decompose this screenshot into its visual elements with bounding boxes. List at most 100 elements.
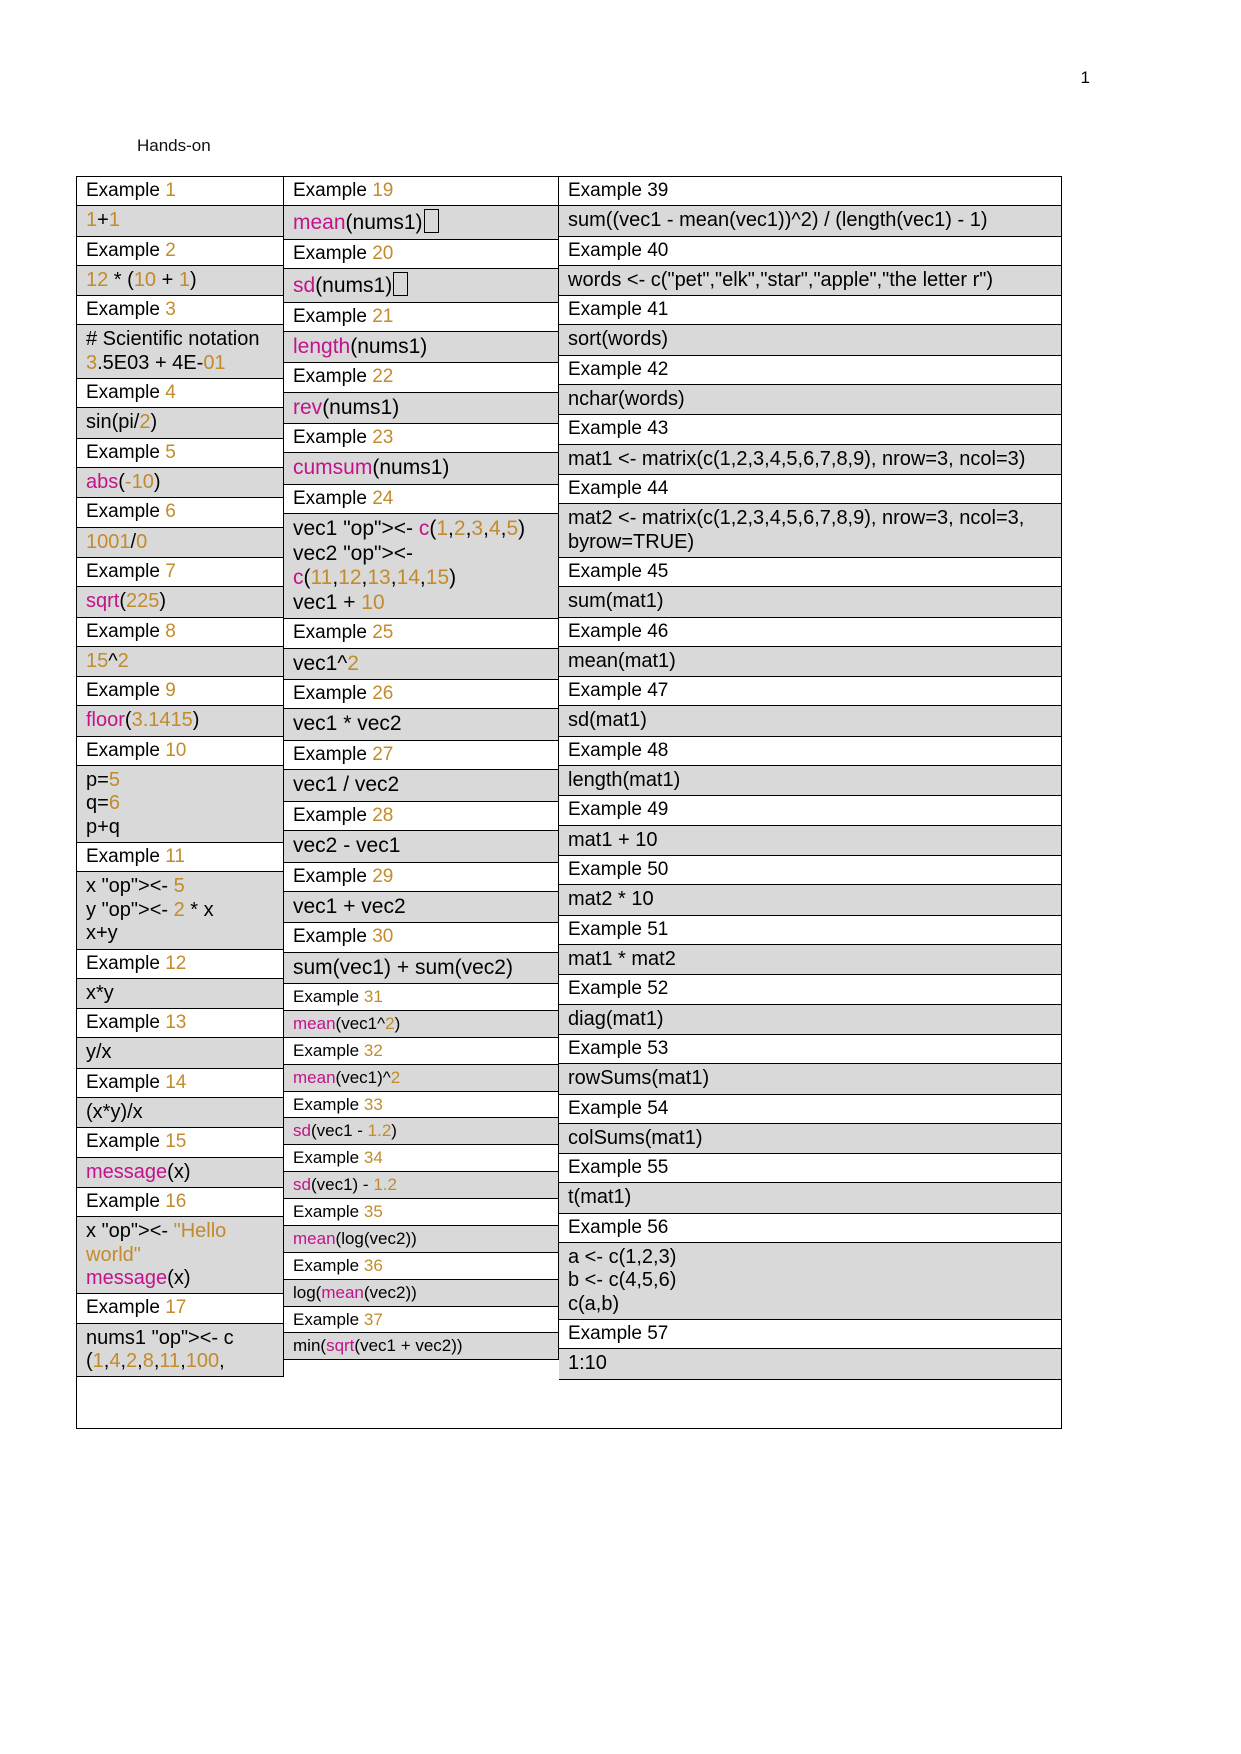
- example-label-cell: Example 19: [284, 177, 558, 207]
- example-label-cell: Example 55: [559, 1154, 1061, 1184]
- example-label-cell: Example 37: [284, 1306, 558, 1334]
- example-code-cell: rowSums(mat1): [559, 1064, 1061, 1095]
- example-label-cell: Example 17: [77, 1294, 283, 1324]
- example-label-cell: Example 5: [77, 438, 283, 469]
- example-code-cell: vec1 + vec2: [284, 891, 558, 924]
- example-label-cell: Example 10: [77, 736, 283, 767]
- example-label-cell: Example 31: [284, 984, 558, 1011]
- example-label-cell: Example 28: [284, 801, 558, 831]
- example-label-cell: Example 43: [559, 415, 1061, 445]
- example-label-cell: Example 26: [284, 680, 558, 710]
- example-label-cell: Example 12: [77, 949, 283, 979]
- example-label-cell: Example 9: [77, 677, 283, 707]
- example-code-cell: rev(nums1): [284, 392, 558, 425]
- example-code-cell: mat1 + 10: [559, 825, 1061, 857]
- example-code-cell: vec1^2: [284, 648, 558, 681]
- example-label-cell: Example 27: [284, 740, 558, 771]
- example-code-cell: sd(vec1 - 1.2): [284, 1118, 558, 1146]
- example-code-cell: length(nums1): [284, 331, 558, 364]
- example-code-cell: a <- c(1,2,3) b <- c(4,5,6) c(a,b): [559, 1242, 1061, 1321]
- missing-glyph-box: [393, 272, 409, 296]
- example-code-cell: sd(mat1): [559, 706, 1061, 737]
- example-code-cell: mat1 * mat2: [559, 944, 1061, 976]
- example-code-cell: vec1 / vec2: [284, 770, 558, 802]
- example-label-cell: Example 7: [77, 558, 283, 588]
- example-code-cell: length(mat1): [559, 766, 1061, 797]
- examples-column-3: Example 39 sum((vec1 - mean(vec1))^2) / (…: [559, 177, 1061, 1380]
- example-label-cell: Example 46: [559, 617, 1061, 647]
- example-code-cell: sum((vec1 - mean(vec1))^2) / (length(vec…: [559, 206, 1061, 237]
- example-label-cell: Example 20: [284, 239, 558, 269]
- example-label-cell: Example 32: [284, 1037, 558, 1065]
- example-label-cell: Example 42: [559, 355, 1061, 386]
- example-code-cell: mean(mat1): [559, 646, 1061, 678]
- example-label-cell: Example 23: [284, 424, 558, 454]
- example-label-cell: Example 30: [284, 923, 558, 953]
- example-code-cell: nums1 "op"><- c (1,4,2,8,11,100,: [77, 1323, 283, 1378]
- example-label-cell: Example 48: [559, 736, 1061, 767]
- example-code-cell: mat2 * 10: [559, 885, 1061, 916]
- example-code-cell: sd(vec1) - 1.2: [284, 1172, 558, 1200]
- examples-column-1: Example 1 1+1 Example 2 12 * (10 + 1) Exampl…: [77, 177, 284, 1378]
- example-label-cell: Example 1: [77, 177, 283, 207]
- example-label-cell: Example 39: [559, 177, 1061, 207]
- example-code-cell: cumsum(nums1): [284, 453, 558, 485]
- example-code-cell: floor(3.1415): [77, 706, 283, 737]
- example-code-cell: 15^2: [77, 646, 283, 678]
- example-code-cell: colSums(mat1): [559, 1123, 1061, 1155]
- example-code-cell: t(mat1): [559, 1183, 1061, 1214]
- example-label-cell: Example 13: [77, 1009, 283, 1039]
- example-label-cell: Example 11: [77, 843, 283, 873]
- example-code-cell: 12 * (10 + 1): [77, 265, 283, 297]
- example-code-cell: sqrt(225): [77, 587, 283, 618]
- example-code-cell: p=5 q=6 p+q: [77, 766, 283, 844]
- example-code-cell: sum(mat1): [559, 587, 1061, 618]
- example-label-cell: Example 41: [559, 296, 1061, 326]
- example-label-cell: Example 50: [559, 856, 1061, 886]
- example-label-cell: Example 56: [559, 1213, 1061, 1243]
- example-label-cell: Example 22: [284, 363, 558, 393]
- example-label-cell: Example 6: [77, 498, 283, 528]
- example-code-cell: min(sqrt(vec1 + vec2)): [284, 1333, 558, 1361]
- example-code-cell: mean(vec1)^2: [284, 1064, 558, 1092]
- example-label-cell: Example 21: [284, 302, 558, 332]
- example-code-cell: 1+1: [77, 206, 283, 237]
- example-label-cell: Example 2: [77, 236, 283, 266]
- example-label-cell: Example 54: [559, 1094, 1061, 1124]
- example-code-cell: x "op"><- "Hello world" message(x): [77, 1217, 283, 1295]
- example-label-cell: Example 8: [77, 617, 283, 647]
- example-label-cell: Example 16: [77, 1188, 283, 1218]
- example-label-cell: Example 35: [284, 1199, 558, 1226]
- example-label-cell: Example 40: [559, 236, 1061, 266]
- examples-table: Example 1 1+1 Example 2 12 * (10 + 1) Exampl…: [76, 176, 1062, 1429]
- example-code-cell: log(mean(vec2)): [284, 1279, 558, 1307]
- missing-glyph-box: [423, 209, 439, 234]
- example-code-cell: sin(pi/2): [77, 408, 283, 439]
- example-code-cell: nchar(words): [559, 385, 1061, 416]
- example-code-cell: x*y: [77, 978, 283, 1010]
- example-label-cell: Example 49: [559, 796, 1061, 826]
- examples-column-2: Example 19 mean(nums1) Example 20 sd(nums1)…: [284, 177, 559, 1361]
- example-label-cell: Example 34: [284, 1145, 558, 1173]
- example-code-cell: x "op"><- 5 y "op"><- 2 * x x+y: [77, 872, 283, 950]
- example-label-cell: Example 52: [559, 975, 1061, 1005]
- example-code-cell: mean(vec1^2): [284, 1010, 558, 1038]
- example-code-cell: mean(log(vec2)): [284, 1225, 558, 1253]
- example-code-cell: 1:10: [559, 1349, 1061, 1380]
- example-code-cell: sort(words): [559, 325, 1061, 356]
- example-label-cell: Example 47: [559, 677, 1061, 707]
- example-label-cell: Example 44: [559, 475, 1061, 505]
- example-label-cell: Example 33: [284, 1091, 558, 1119]
- example-label-cell: Example 29: [284, 862, 558, 892]
- example-code-cell: mat2 <- matrix(c(1,2,3,4,5,6,7,8,9), nro…: [559, 504, 1061, 559]
- example-label-cell: Example 53: [559, 1034, 1061, 1065]
- example-code-cell: 1001/0: [77, 527, 283, 559]
- example-code-cell: # Scientific notation 3.5E03 + 4E-01: [77, 325, 283, 380]
- example-code-cell: message(x): [77, 1157, 283, 1189]
- example-label-cell: Example 15: [77, 1128, 283, 1158]
- example-code-cell: y/x: [77, 1038, 283, 1069]
- page-number: 1: [1080, 68, 1090, 87]
- example-code-cell: sum(vec1) + sum(vec2): [284, 952, 558, 985]
- example-code-cell: words <- c("pet","elk","star","apple","t…: [559, 265, 1061, 297]
- example-code-cell: mat1 <- matrix(c(1,2,3,4,5,6,7,8,9), nro…: [559, 444, 1061, 476]
